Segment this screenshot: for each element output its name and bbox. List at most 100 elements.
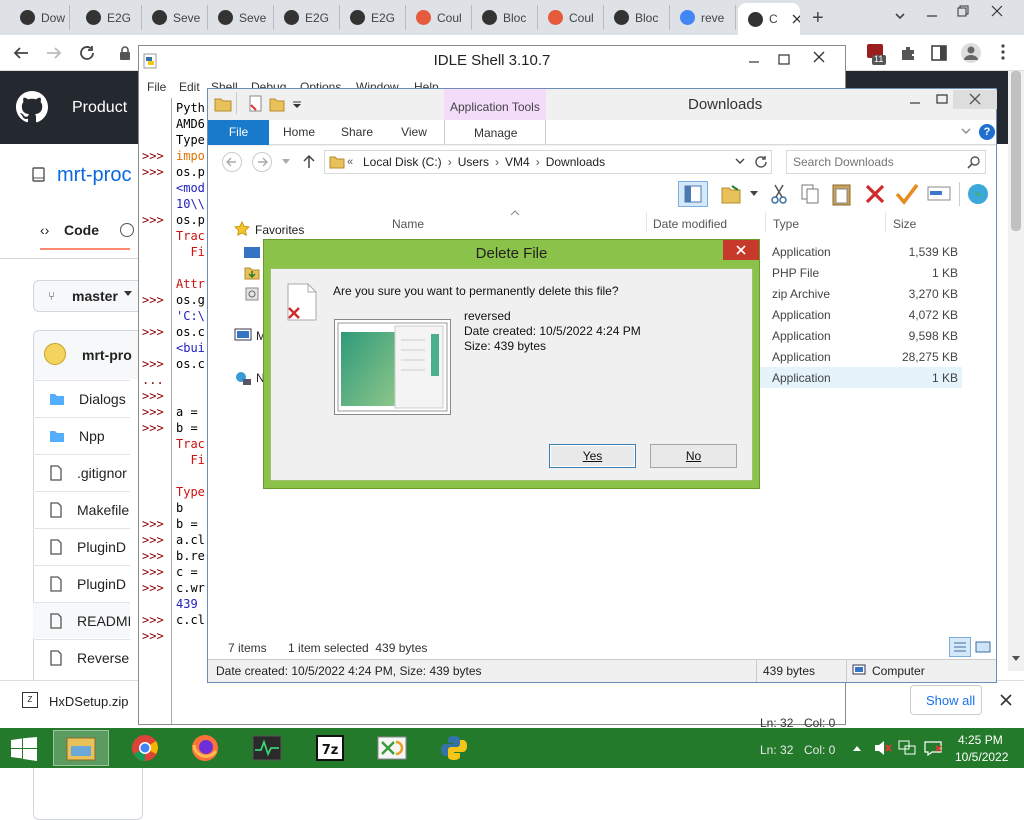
file-list-item[interactable]: Npp [33, 417, 130, 453]
file-list-item[interactable]: PluginD [33, 565, 130, 601]
file-row[interactable]: Application 28,275 KB [760, 346, 962, 367]
breadcrumb-item[interactable]: Downloads [546, 155, 605, 171]
avatar[interactable] [44, 343, 66, 365]
idle-menu-file[interactable]: File [147, 80, 166, 94]
breadcrumb-separator-icon[interactable]: › [448, 155, 452, 171]
menu-dots-icon[interactable] [1000, 43, 1006, 61]
restore-icon[interactable] [956, 4, 970, 18]
tab-search-icon[interactable] [893, 9, 907, 23]
close-download-bar-icon[interactable] [1000, 694, 1012, 706]
tray-up-arrow-icon[interactable] [852, 744, 862, 752]
breadcrumb-item[interactable]: VM4 [505, 155, 530, 171]
browser-tab[interactable]: E2G [340, 5, 406, 30]
hxd-icon[interactable] [364, 730, 420, 766]
breadcrumb-separator-icon[interactable]: › [536, 155, 540, 171]
up-arrow-icon[interactable] [302, 153, 316, 169]
idle-minimize-icon[interactable] [747, 46, 761, 76]
file-list-item[interactable]: PluginD [33, 528, 130, 564]
chrome-icon[interactable] [117, 730, 173, 766]
browser-tab[interactable]: E2G [76, 5, 142, 30]
file-row[interactable]: Application 4,072 KB [760, 304, 962, 325]
browser-tab[interactable]: E2G [274, 5, 340, 30]
column-header-name[interactable]: Name [392, 217, 424, 231]
profile-avatar-icon[interactable] [960, 42, 982, 64]
file-row[interactable]: Application 1 KB [760, 367, 962, 388]
reload-icon[interactable] [78, 44, 96, 62]
ribbon-expand-icon[interactable] [961, 128, 971, 136]
tab-manage[interactable]: Manage [444, 120, 546, 145]
paste-icon[interactable] [831, 182, 853, 206]
file-list-item[interactable]: .gitignor [33, 454, 130, 490]
activity-monitor-icon[interactable] [239, 730, 295, 766]
network-tray-icon[interactable] [898, 740, 916, 756]
explorer-back-icon[interactable] [222, 152, 242, 172]
ribbon-tab-file[interactable]: File [208, 120, 269, 145]
recent-places-icon[interactable] [244, 286, 260, 302]
globe-icon[interactable] [966, 182, 990, 206]
browser-tab[interactable]: Bloc [604, 5, 670, 30]
show-all-button[interactable]: Show all [910, 685, 982, 715]
refresh-icon[interactable] [753, 154, 769, 170]
search-icon[interactable] [967, 155, 981, 169]
issues-icon[interactable] [120, 223, 134, 237]
address-dropdown-icon[interactable] [735, 158, 745, 166]
clock-date[interactable]: 10/5/2022 [955, 750, 1008, 764]
repo-name-link[interactable]: mrt-proc [57, 164, 131, 187]
browser-tab[interactable]: Coul [406, 5, 472, 30]
new-tab-button[interactable]: + [812, 7, 824, 30]
product-menu[interactable]: Product [72, 99, 127, 117]
file-list-item[interactable]: Makefile [33, 491, 130, 527]
firefox-icon[interactable] [177, 730, 233, 766]
github-logo-icon[interactable] [16, 91, 48, 123]
file-list-item[interactable]: Reverse [33, 639, 130, 675]
recent-locations-icon[interactable] [282, 159, 290, 165]
breadcrumb-item[interactable]: Local Disk (C:) [363, 155, 442, 171]
properties-icon[interactable] [248, 95, 264, 113]
column-header-date[interactable]: Date modified [653, 217, 727, 231]
browser-tab[interactable]: Coul [538, 5, 604, 30]
window-close-icon[interactable] [990, 4, 1004, 18]
explorer-close-button[interactable] [953, 90, 997, 109]
breadcrumb-separator-icon[interactable]: › [495, 155, 499, 171]
forward-icon[interactable] [45, 44, 63, 62]
details-view-button[interactable] [949, 637, 971, 657]
volume-muted-icon[interactable] [874, 740, 892, 756]
folder-options-icon[interactable] [720, 183, 742, 205]
clock-time[interactable]: 4:25 PM [958, 733, 1003, 747]
preview-pane-button[interactable] [678, 181, 708, 207]
page-scrollbar[interactable] [1008, 71, 1024, 671]
ribbon-tab-home[interactable]: Home [271, 120, 327, 145]
idle-menu-edit[interactable]: Edit [179, 80, 200, 94]
extension-icon[interactable]: 11 [866, 43, 886, 65]
file-explorer-icon[interactable] [53, 730, 109, 766]
address-bar[interactable]: « Local Disk (C:) › Users › VM4 › Downloads [324, 150, 772, 174]
large-icons-view-button[interactable] [974, 638, 992, 656]
download-file-name[interactable]: HxDSetup.zip [49, 694, 128, 709]
no-button[interactable]: No [650, 444, 737, 468]
action-center-icon[interactable] [924, 740, 942, 756]
scroll-down-icon[interactable] [1012, 656, 1020, 662]
file-row[interactable]: Application 1,539 KB [760, 241, 962, 262]
search-box[interactable] [786, 150, 986, 174]
idle-close-button[interactable] [799, 46, 839, 68]
network-icon[interactable] [234, 370, 252, 386]
column-header-type[interactable]: Type [773, 217, 799, 231]
7zip-icon[interactable]: 7z [302, 730, 358, 766]
ribbon-tab-view[interactable]: View [388, 120, 440, 145]
help-icon[interactable]: ? [979, 124, 995, 140]
browser-tab[interactable]: Dow [10, 5, 70, 30]
yes-button[interactable]: Yes [549, 444, 636, 468]
file-row[interactable]: zip Archive 3,270 KB [760, 283, 962, 304]
owner-link[interactable]: mrt-pro [82, 347, 132, 363]
explorer-minimize-icon[interactable] [908, 89, 922, 113]
search-input[interactable] [793, 154, 963, 170]
idle-maximize-icon[interactable] [777, 46, 791, 76]
delete-icon[interactable] [864, 183, 886, 205]
cut-icon[interactable] [770, 183, 788, 205]
python-icon[interactable] [426, 730, 482, 766]
branch-selector[interactable]: ⑂ master [33, 280, 143, 312]
file-row[interactable]: Application 9,598 KB [760, 325, 962, 346]
browser-tab[interactable]: reve [670, 5, 736, 30]
breadcrumb-item[interactable]: Users [458, 155, 489, 171]
browser-tab[interactable]: Seve [142, 5, 208, 30]
